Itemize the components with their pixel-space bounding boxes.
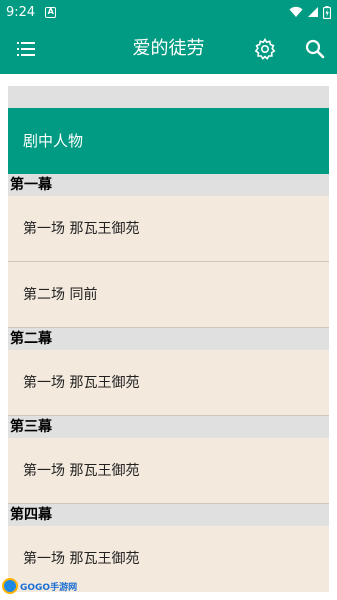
watermark: GOGO手游网	[2, 576, 77, 596]
act-header: 第一幕	[8, 174, 329, 196]
scene-item[interactable]: 第二场 同前	[8, 262, 329, 328]
menu-icon	[17, 42, 35, 56]
act-header: 第二幕	[8, 328, 329, 350]
page-title: 爱的徒劳	[132, 38, 205, 59]
act-header: 第三幕	[8, 416, 329, 438]
chapter-list: 剧中人物 第一幕 第一场 那瓦王御苑 第二场 同前 第二幕 第一场 那瓦王御苑 …	[8, 86, 329, 600]
cast-list-item[interactable]: 剧中人物	[8, 108, 329, 174]
watermark-text: GOGO手游网	[20, 582, 78, 593]
search-icon	[305, 39, 325, 59]
watermark-logo-icon	[2, 578, 18, 594]
wifi-icon	[289, 6, 303, 17]
scene-item[interactable]: 第一场 那瓦王御苑	[8, 438, 329, 504]
status-bar: 9:24 A	[0, 0, 337, 24]
settings-button[interactable]	[253, 37, 277, 61]
scene-item[interactable]: 第一场 那瓦王御苑	[8, 196, 329, 262]
status-time: 9:24	[6, 4, 36, 20]
notification-icon: A	[45, 6, 57, 18]
scene-item[interactable]: 第一场 那瓦王御苑	[8, 350, 329, 416]
app-bar: 爱的徒劳	[0, 24, 337, 74]
signal-icon	[308, 7, 318, 17]
status-icons	[289, 5, 331, 19]
menu-button[interactable]	[14, 37, 38, 61]
act-header: 第四幕	[8, 504, 329, 526]
list-top-spacer	[8, 86, 329, 108]
gear-icon	[254, 37, 276, 60]
search-button[interactable]	[303, 37, 327, 61]
battery-icon	[323, 5, 331, 19]
